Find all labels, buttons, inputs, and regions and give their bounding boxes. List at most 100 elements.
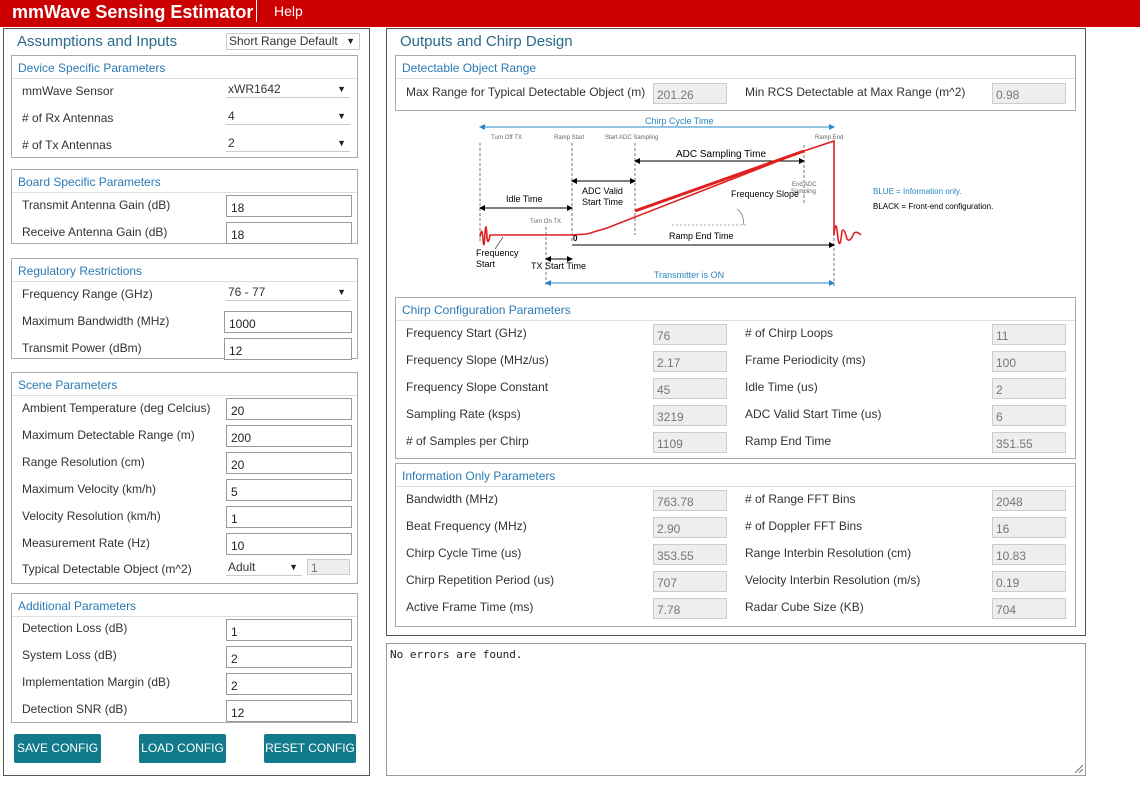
chevron-down-icon: ▼ [337, 84, 346, 94]
frequency-range-select[interactable]: 76 - 77 ▼ [226, 285, 350, 301]
detection-loss-input[interactable]: 1 [226, 619, 352, 641]
transmit-power-label: Transmit Power (dBm) [22, 341, 142, 355]
assumptions-title: Assumptions and Inputs [17, 33, 178, 50]
sensor-label: mmWave Sensor [22, 84, 114, 98]
chirp-ramp [634, 149, 805, 213]
system-loss-label: System Loss (dB) [22, 648, 117, 662]
header-divider [256, 0, 257, 22]
divider [12, 192, 357, 193]
frequency-slope-label: Frequency Slope [731, 189, 799, 199]
param-value: 3219 [653, 405, 727, 426]
detection-snr-input[interactable]: 12 [226, 700, 352, 722]
param-label: # of Chirp Loops [745, 326, 834, 340]
tx-antennas-select[interactable]: 2 ▼ [226, 136, 350, 152]
min-rcs-output: 0.98 [992, 83, 1066, 104]
implementation-margin-label: Implementation Margin (dB) [22, 675, 171, 689]
detectable-object-select[interactable]: Adult ▼ [226, 560, 302, 576]
system-loss-input[interactable]: 2 [226, 646, 352, 668]
board-params-title: Board Specific Parameters [18, 175, 161, 189]
sensor-value: xWR1642 [228, 82, 281, 96]
chevron-down-icon: ▼ [289, 562, 298, 572]
param-value: 76 [653, 324, 727, 345]
end-adc-label: End ADC [792, 182, 817, 188]
param-label: Beat Frequency (MHz) [406, 519, 527, 533]
param-label: # of Doppler FFT Bins [745, 519, 863, 533]
scene-params-title: Scene Parameters [18, 378, 118, 392]
adc-sampling-label: ADC Sampling Time [676, 149, 766, 160]
param-value: 10.83 [992, 544, 1066, 565]
turn-on-tx-label: Turn On TX [530, 219, 561, 225]
max-range-input[interactable]: 200 [226, 425, 352, 447]
preset-select[interactable]: Short Range Default ▼ [226, 33, 360, 50]
outputs-title: Outputs and Chirp Design [400, 33, 573, 50]
divider [12, 78, 357, 79]
param-value: 2 [992, 378, 1066, 399]
black-note: BLACK = Front-end configuration. [873, 202, 993, 211]
reset-config-button[interactable]: RESET CONFIG [264, 734, 356, 763]
measurement-rate-label: Measurement Rate (Hz) [22, 536, 151, 550]
param-value: 6 [992, 405, 1066, 426]
save-config-button[interactable]: SAVE CONFIG [14, 734, 101, 763]
error-console[interactable]: No errors are found. [386, 643, 1086, 776]
rx-antennas-select[interactable]: 4 ▼ [226, 109, 350, 125]
param-value: 2.90 [653, 517, 727, 538]
measurement-rate-input[interactable]: 10 [226, 533, 352, 555]
frequency-start-label: Frequency [476, 248, 519, 258]
chevron-down-icon: ▼ [337, 138, 346, 148]
param-value: 2.17 [653, 351, 727, 372]
detectable-range-title: Detectable Object Range [402, 61, 537, 75]
param-label: Frame Periodicity (ms) [745, 353, 866, 367]
min-rcs-label: Min RCS Detectable at Max Range (m^2) [745, 85, 966, 99]
chevron-down-icon: ▼ [337, 287, 346, 297]
console-text: No errors are found. [390, 648, 523, 661]
param-value: 353.55 [653, 544, 727, 565]
param-label: Range Interbin Resolution (cm) [745, 546, 912, 560]
slope-angle [736, 208, 744, 226]
param-label: Ramp End Time [745, 434, 832, 448]
outputs-panel: Outputs and Chirp Design Detectable Obje… [386, 28, 1086, 636]
max-bandwidth-input[interactable]: 1000 [224, 311, 352, 333]
rx-antennas-value: 4 [228, 109, 235, 123]
help-link[interactable]: Help [274, 3, 303, 19]
param-label: Frequency Slope (MHz/us) [406, 353, 549, 367]
transmit-power-input[interactable]: 12 [224, 338, 352, 360]
range-resolution-input[interactable]: 20 [226, 452, 352, 474]
device-params-group: Device Specific Parameters mmWave Sensor… [11, 55, 358, 158]
detectable-range-group: Detectable Object Range Max Range for Ty… [395, 55, 1076, 111]
sensor-select[interactable]: xWR1642 ▼ [226, 82, 350, 98]
param-value: 100 [992, 351, 1066, 372]
param-value: 45 [653, 378, 727, 399]
velocity-resolution-input[interactable]: 1 [226, 506, 352, 528]
param-value: 16 [992, 517, 1066, 538]
transmitter-on-label: Transmitter is ON [654, 270, 724, 280]
detectable-object-value: Adult [228, 560, 256, 574]
board-params-group: Board Specific Parameters Transmit Anten… [11, 169, 358, 244]
frequency-range-label: Frequency Range (GHz) [22, 287, 153, 301]
divider [12, 395, 357, 396]
implementation-margin-input[interactable]: 2 [226, 673, 352, 695]
max-velocity-input[interactable]: 5 [226, 479, 352, 501]
ambient-temp-input[interactable]: 20 [226, 398, 352, 420]
zero-label: 0 [573, 234, 578, 243]
adc-valid-label: ADC Valid [582, 186, 623, 196]
param-value: 707 [653, 571, 727, 592]
param-label: Frequency Slope Constant [406, 380, 549, 394]
param-value: 2048 [992, 490, 1066, 511]
param-label: ADC Valid Start Time (us) [745, 407, 882, 421]
velocity-resolution-label: Velocity Resolution (km/h) [22, 509, 161, 523]
param-label: # of Range FFT Bins [745, 492, 856, 506]
chirp-config-group: Chirp Configuration Parameters Frequency… [395, 297, 1076, 459]
param-value: 0.19 [992, 571, 1066, 592]
ramp-start-label: Ramp Start [554, 135, 585, 141]
tx-gain-input[interactable]: 18 [226, 195, 352, 217]
tx-start-label: TX Start Time [531, 261, 586, 271]
divider [396, 320, 1075, 321]
tx-antennas-value: 2 [228, 136, 235, 150]
param-value: 351.55 [992, 432, 1066, 453]
resize-grip-icon[interactable] [1075, 765, 1083, 773]
load-config-button[interactable]: LOAD CONFIG [139, 734, 226, 763]
range-resolution-label: Range Resolution (cm) [22, 455, 145, 469]
tx-antennas-label: # of Tx Antennas [22, 138, 112, 152]
rx-gain-input[interactable]: 18 [226, 222, 352, 244]
regulatory-group: Regulatory Restrictions Frequency Range … [11, 258, 358, 360]
